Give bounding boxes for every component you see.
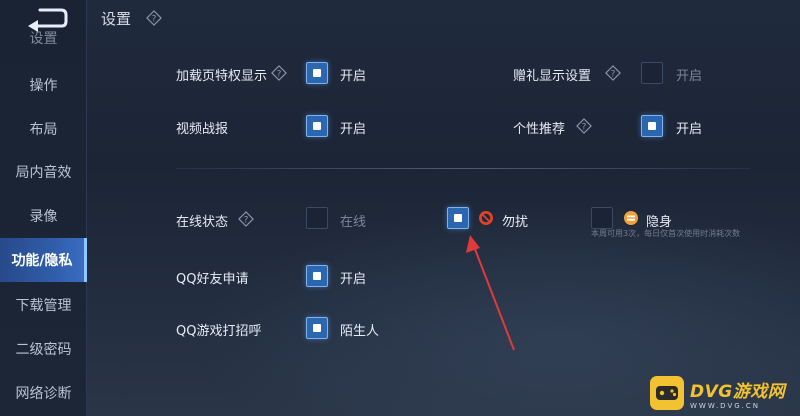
- annotation-arrow: [466, 235, 515, 351]
- watermark: DVG游戏网 WWW.DVG.CN: [650, 370, 800, 416]
- watermark-url: WWW.DVG.CN: [690, 401, 761, 410]
- game-controller-icon: [650, 376, 684, 410]
- watermark-text: DVG游戏网: [690, 381, 786, 402]
